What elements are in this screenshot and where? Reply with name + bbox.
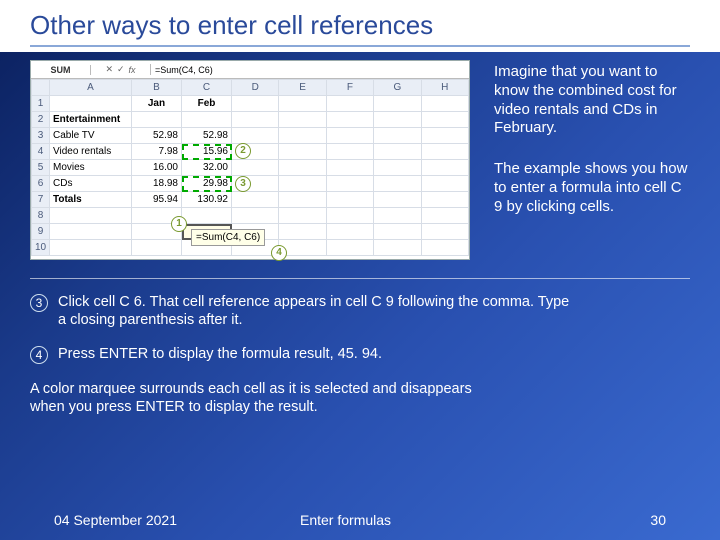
formula-input: =Sum(C4, C6) (151, 65, 469, 75)
paragraph-1: Imagine that you want to know the combin… (494, 63, 690, 138)
marquee-note: A color marquee surrounds each cell as i… (30, 380, 500, 416)
column-headers: ABCDEFGH (32, 80, 469, 96)
confirm-icon: ✓ (117, 64, 125, 75)
name-box: SUM (31, 65, 91, 75)
badge-3-icon: 3 (235, 176, 251, 192)
step-4-text: Press ENTER to display the formula resul… (58, 345, 570, 363)
badge-1-icon: 1 (171, 216, 187, 232)
formula-bar: SUM ✕ ✓ fx =Sum(C4, C6) (31, 61, 469, 79)
footer-center: Enter formulas (300, 512, 391, 528)
page-title: Other ways to enter cell references (30, 10, 690, 47)
step-4: 4 Press ENTER to display the formula res… (30, 345, 570, 363)
step-3-text: Click cell C 6. That cell reference appe… (58, 293, 570, 329)
excel-screenshot: SUM ✕ ✓ fx =Sum(C4, C6) ABCDEFGH 1JanFeb… (30, 60, 470, 260)
cell-c6: 29.98 (182, 176, 232, 192)
paragraph-2: The example shows you how to enter a for… (494, 160, 694, 216)
divider (30, 278, 690, 279)
badge-2-icon: 2 (235, 143, 251, 159)
cancel-icon: ✕ (105, 64, 113, 75)
step-3: 3 Click cell C 6. That cell reference ap… (30, 293, 570, 329)
footer-date: 04 September 2021 (54, 512, 177, 528)
fx-icons: ✕ ✓ fx (91, 64, 151, 75)
step-4-badge: 4 (30, 346, 48, 364)
formula-callout: =Sum(C4, C6) (191, 229, 265, 246)
cell-c4: 15.96 (182, 144, 232, 160)
footer-page: 30 (650, 512, 666, 528)
badge-4-icon: 4 (271, 245, 287, 261)
step-3-badge: 3 (30, 294, 48, 312)
fx-icon: fx (129, 65, 136, 75)
